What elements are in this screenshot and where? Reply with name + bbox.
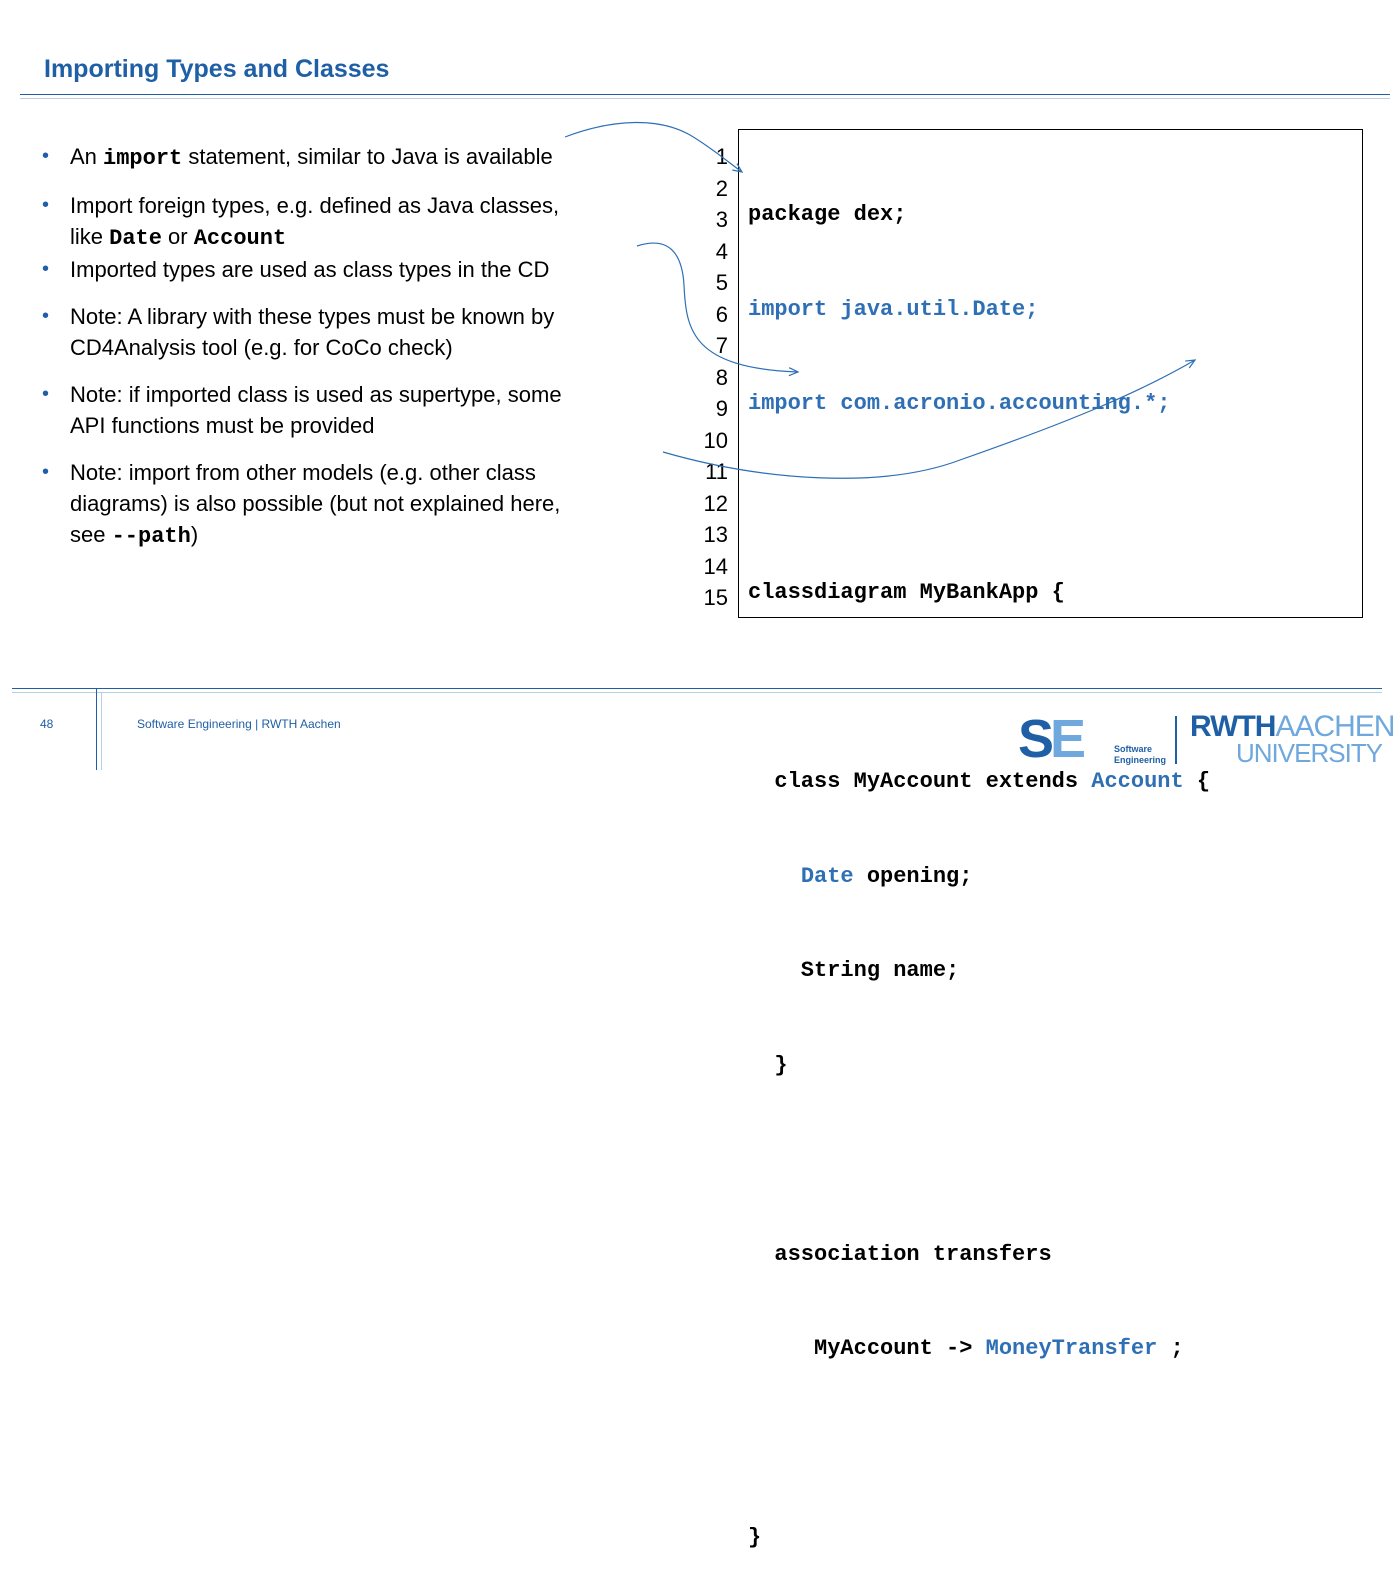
footer-rule [12,688,1382,689]
code-type-account: Account [1091,769,1184,794]
bullet-import-foreign: Import foreign types, e.g. defined as Ja… [42,190,662,254]
slide-title: Importing Types and Classes [44,55,390,83]
footer-divider-light [101,692,102,770]
page-number: 48 [40,717,54,731]
title-rule-light [20,98,1390,99]
footer-divider [96,688,97,770]
code-line-import-accounting: import com.acronio.accounting.*; [748,391,1171,416]
code-line-association: association transfers [748,1241,1052,1267]
code-line-package: package dex; [748,202,907,227]
line-number: 5 [715,270,728,295]
se-logo: SE [1018,709,1086,769]
bullet-note-library: Note: A library with these types must be… [42,301,662,363]
line-number: 1 [715,144,728,169]
line-number: 9 [715,396,728,421]
line-number: 4 [715,238,728,264]
bullet-list: An import statement, similar to Java is … [42,141,662,552]
line-number: 14 [703,553,728,579]
rwth-logo-university: UNIVERSITY [1236,738,1383,768]
title-rule [20,94,1390,95]
line-number: 11 [705,459,728,484]
code-import: import [103,146,183,171]
code-line-class-myaccount: class MyAccount extends Account { [748,769,1211,794]
code-line-date-opening: Date opening; [800,863,973,889]
bullet-imported-types: Imported types are used as class types i… [42,254,662,285]
line-number: 8 [715,364,728,390]
logo-divider [1175,716,1177,764]
code-line-class-close: } [748,1052,788,1078]
line-numbers: 1 2 3 4 5 6 7 8 9 10 11 12 13 14 15 [690,141,728,614]
line-number: 7 [715,333,728,358]
code-type-date: Date [800,863,854,889]
line-number: 13 [703,522,728,547]
line-number: 10 [703,427,728,453]
code-date: Date [109,226,162,251]
bullet-import-statement: An import statement, similar to Java is … [42,141,662,174]
footer-text: Software Engineering | RWTH Aachen [137,717,341,731]
code-line-import-date: import java.util.Date; [748,296,1039,322]
line-number: 6 [715,301,728,327]
code-listing: package dex; import java.util.Date; impo… [748,136,1210,1576]
code-line-string-name: String name; [748,958,960,983]
bullet-note-supertype: Note: if imported class is used as super… [42,379,662,441]
code-account: Account [193,226,287,251]
code-line-classdiagram: classdiagram MyBankApp { [748,580,1065,605]
line-number: 2 [715,175,728,201]
code-path: --path [111,524,191,549]
line-number: 12 [703,490,728,516]
line-number: 3 [715,207,728,232]
code-line-classdiagram-close: } [748,1525,762,1550]
se-logo-text: Software Engineering [1114,744,1167,765]
footer-rule-light [12,692,1382,693]
code-type-moneytransfer: MoneyTransfer [985,1336,1158,1361]
code-line-association-target: MyAccount -> MoneyTransfer ; [748,1336,1184,1361]
bullet-note-models: Note: import from other models (e.g. oth… [42,457,662,552]
line-number: 15 [703,585,728,610]
